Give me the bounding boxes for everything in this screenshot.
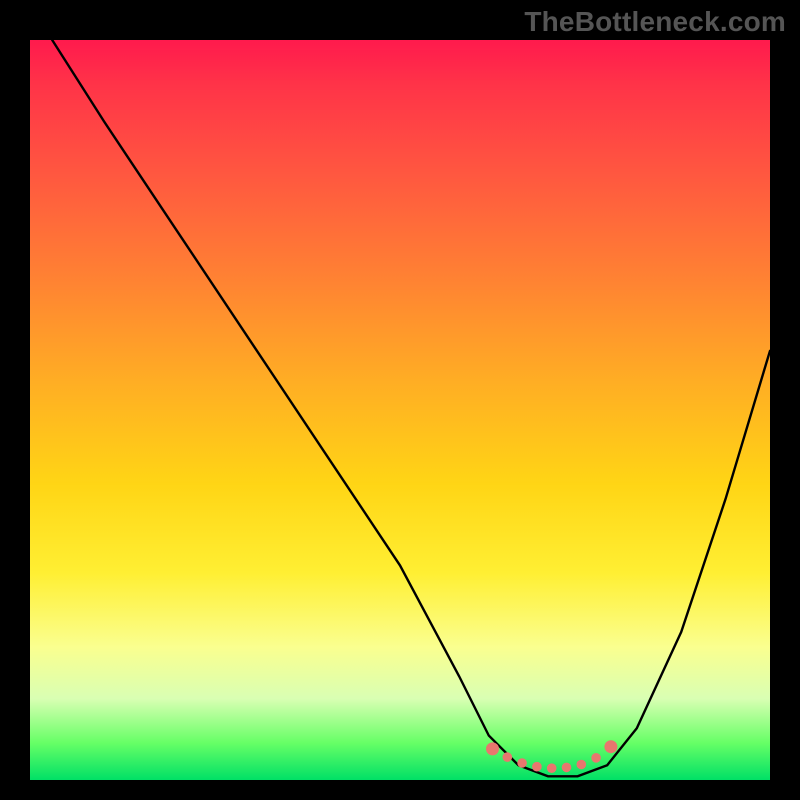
plot-svg xyxy=(30,40,770,780)
bottleneck-curve xyxy=(52,40,770,776)
marker-dot xyxy=(547,763,557,773)
marker-dot xyxy=(591,753,601,763)
chart-container: TheBottleneck.com xyxy=(0,0,800,800)
marker-dot xyxy=(486,742,499,755)
plot-area xyxy=(30,40,770,780)
watermark-text: TheBottleneck.com xyxy=(524,6,786,38)
marker-dot xyxy=(604,740,617,753)
marker-dot xyxy=(562,763,572,773)
marker-dot xyxy=(503,752,513,762)
marker-dot xyxy=(517,758,527,768)
marker-dot xyxy=(577,760,587,770)
marker-dot xyxy=(532,762,542,772)
